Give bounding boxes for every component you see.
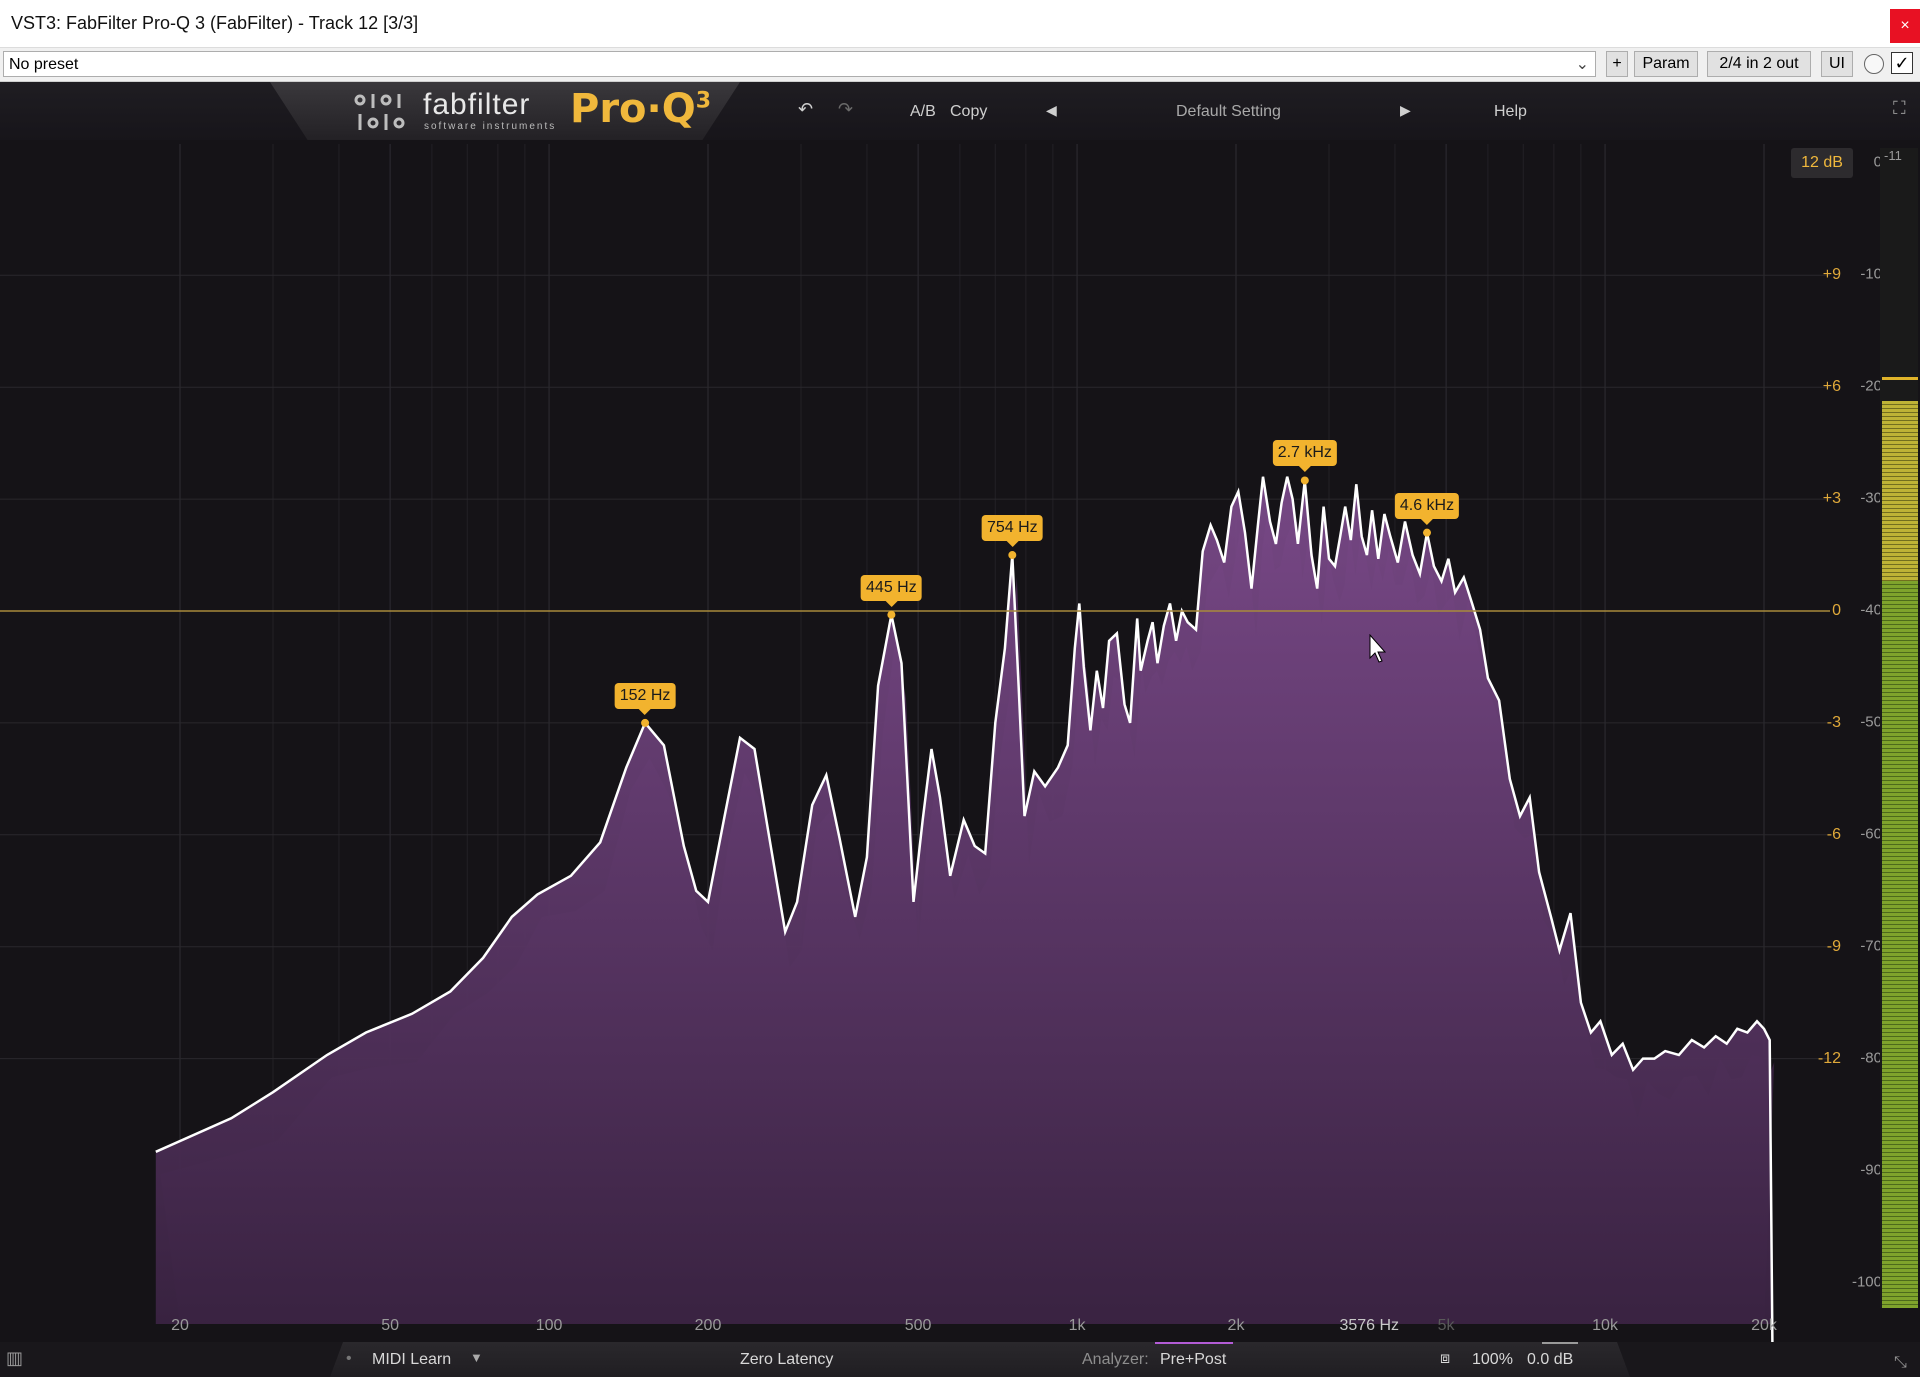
frequency-tick-label: 500 — [904, 1317, 932, 1334]
frequency-tick-label: 3576 Hz — [1339, 1317, 1400, 1334]
gain-tick-label: -12 — [1817, 1049, 1841, 1067]
spectrum-tick-label: -40 — [1860, 601, 1882, 619]
gain-tick-label: -3 — [1826, 713, 1841, 731]
ab-button[interactable]: A/B — [910, 103, 936, 121]
peak-frequency-tag: 152 Hz — [614, 682, 676, 715]
gain-tick-label: 0 — [1832, 602, 1841, 619]
product-name: Pro·Q3 — [570, 86, 711, 132]
undo-icon[interactable]: ↶ — [798, 99, 813, 120]
gain-tick-label: +3 — [1822, 490, 1841, 508]
spectrum-tick-label: 0 — [1873, 153, 1882, 171]
host-toolbar: No preset ⌄ + Param 2/4 in 2 out UI ✓ — [0, 48, 1920, 82]
spectrum-tick-label: -80 — [1860, 1049, 1882, 1067]
eq-display[interactable] — [0, 82, 1920, 1377]
midi-dropdown-icon[interactable]: ▼ — [470, 1350, 483, 1365]
help-button[interactable]: Help — [1494, 103, 1527, 121]
chevron-down-icon: ⌄ — [1575, 56, 1589, 73]
product-title: Pro·Q — [570, 86, 696, 132]
peak-dot[interactable] — [1300, 476, 1309, 485]
meter-top-value: -11 — [1884, 148, 1902, 163]
bottom-bar: ▥ • MIDI Learn ▼ Zero Latency Analyzer: … — [0, 1342, 1920, 1377]
gain-tick-label: -6 — [1826, 825, 1841, 843]
window-title-bar: VST3: FabFilter Pro-Q 3 (FabFilter) - Tr… — [0, 0, 1920, 48]
param-button[interactable]: Param — [1634, 51, 1698, 77]
prev-preset-icon[interactable]: ◀ — [1046, 102, 1057, 119]
ui-button[interactable]: UI — [1821, 51, 1853, 77]
spectrum-tick-label: -60 — [1860, 825, 1882, 843]
brand-subtitle: software instruments — [424, 121, 557, 132]
peak-dot[interactable] — [1422, 528, 1431, 537]
frequency-tick-label: 100 — [535, 1317, 563, 1334]
peak-frequency-tag: 754 Hz — [981, 515, 1043, 548]
spectrum-tick-label: -100 — [1851, 1273, 1882, 1291]
window-title: VST3: FabFilter Pro-Q 3 (FabFilter) - Tr… — [11, 13, 419, 33]
add-preset-button[interactable]: + — [1606, 51, 1628, 77]
analyzer-mode[interactable]: Pre+Post — [1160, 1351, 1226, 1369]
db-range-button[interactable]: 12 dB — [1791, 148, 1853, 178]
plugin-area: fabfilter software instruments Pro·Q3 ↶ … — [0, 82, 1920, 1377]
frequency-tick-label: 200 — [694, 1317, 722, 1334]
frequency-tick-label: 20 — [171, 1317, 189, 1334]
bottom-panel — [330, 1342, 1630, 1377]
analyzer-label: Analyzer: — [1082, 1351, 1149, 1368]
frequency-tick-label: 20k — [1751, 1317, 1777, 1334]
spectrum-tick-label: -10 — [1860, 265, 1882, 283]
wet-knob-icon[interactable] — [1864, 54, 1884, 74]
brand-name: fabfilter — [423, 88, 531, 121]
post-spectrum-fill — [155, 476, 1773, 1324]
preset-value: No preset — [9, 56, 79, 73]
gain-tick-label: +9 — [1822, 266, 1841, 284]
gain-tick-label: -9 — [1826, 937, 1841, 955]
piano-icon[interactable]: ▥ — [6, 1348, 23, 1369]
midi-learn-button[interactable]: MIDI Learn — [372, 1351, 451, 1369]
peak-frequency-tag: 445 Hz — [861, 574, 922, 607]
plugin-header: fabfilter software instruments Pro·Q3 ↶ … — [0, 82, 1920, 140]
copy-button[interactable]: Copy — [950, 103, 987, 121]
spectrum-tick-label: -90 — [1860, 1161, 1882, 1179]
mouse-cursor-icon — [1369, 634, 1387, 663]
frequency-tick-label: 50 — [381, 1317, 400, 1334]
peak-dot[interactable] — [887, 610, 896, 619]
peak-dot[interactable] — [641, 718, 650, 727]
product-version: 3 — [695, 88, 712, 114]
analyzer-indicator — [1155, 1342, 1233, 1344]
monitor-icon[interactable]: ⧈ — [1440, 1350, 1450, 1368]
resize-icon[interactable]: ⤡ — [1894, 1354, 1907, 1372]
meter-peak-hold — [1882, 377, 1918, 380]
output-meter: -11 — [1880, 148, 1918, 1308]
frequency-tick-label: 2k — [1227, 1317, 1245, 1334]
zoom-value[interactable]: 100% — [1472, 1351, 1513, 1369]
frequency-tick-label: 10k — [1592, 1317, 1618, 1334]
fullscreen-icon[interactable]: ⛶ — [1893, 98, 1906, 119]
spectrum-tick-label: -30 — [1860, 489, 1882, 507]
spectrum-tick-label: -20 — [1860, 377, 1882, 395]
frequency-tick-label: 1k — [1068, 1317, 1086, 1334]
close-button[interactable]: × — [1890, 9, 1920, 43]
preset-name[interactable]: Default Setting — [1176, 103, 1281, 121]
spectrum-tick-label: -70 — [1860, 937, 1882, 955]
next-preset-icon[interactable]: ▶ — [1400, 102, 1411, 119]
spectrum-tick-label: -50 — [1860, 713, 1882, 731]
fabfilter-logo-icon — [354, 94, 405, 130]
peak-dot[interactable] — [1008, 551, 1017, 560]
meter-bar-hot — [1882, 401, 1918, 581]
redo-icon[interactable]: ↷ — [838, 99, 853, 120]
preset-select[interactable]: No preset ⌄ — [3, 51, 1596, 77]
latency-mode[interactable]: Zero Latency — [740, 1351, 833, 1369]
midi-dot-icon: • — [346, 1350, 352, 1367]
gain-tick-label: +6 — [1822, 378, 1841, 396]
output-gain[interactable]: 0.0 dB — [1527, 1351, 1573, 1369]
peak-frequency-tag: 2.7 kHz — [1272, 440, 1337, 473]
io-config-button[interactable]: 2/4 in 2 out — [1707, 51, 1811, 77]
peak-frequency-tag: 4.6 kHz — [1394, 492, 1460, 525]
bypass-checkbox[interactable]: ✓ — [1891, 52, 1913, 74]
frequency-tick-label: 5k — [1437, 1317, 1455, 1334]
output-gain-indicator — [1542, 1342, 1578, 1344]
